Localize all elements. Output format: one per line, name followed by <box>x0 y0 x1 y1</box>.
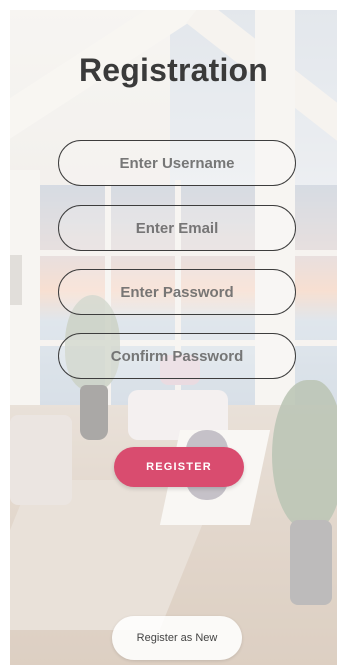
register-as-new-button[interactable]: Register as New <box>112 616 242 660</box>
username-field[interactable] <box>58 140 296 186</box>
confirm-password-field[interactable] <box>58 333 296 379</box>
email-field[interactable] <box>58 205 296 251</box>
page-title: Registration <box>78 52 269 88</box>
registration-screen: Registration REGISTER Register as New <box>10 10 337 665</box>
password-field[interactable] <box>58 269 296 315</box>
register-button[interactable]: REGISTER <box>114 447 244 487</box>
